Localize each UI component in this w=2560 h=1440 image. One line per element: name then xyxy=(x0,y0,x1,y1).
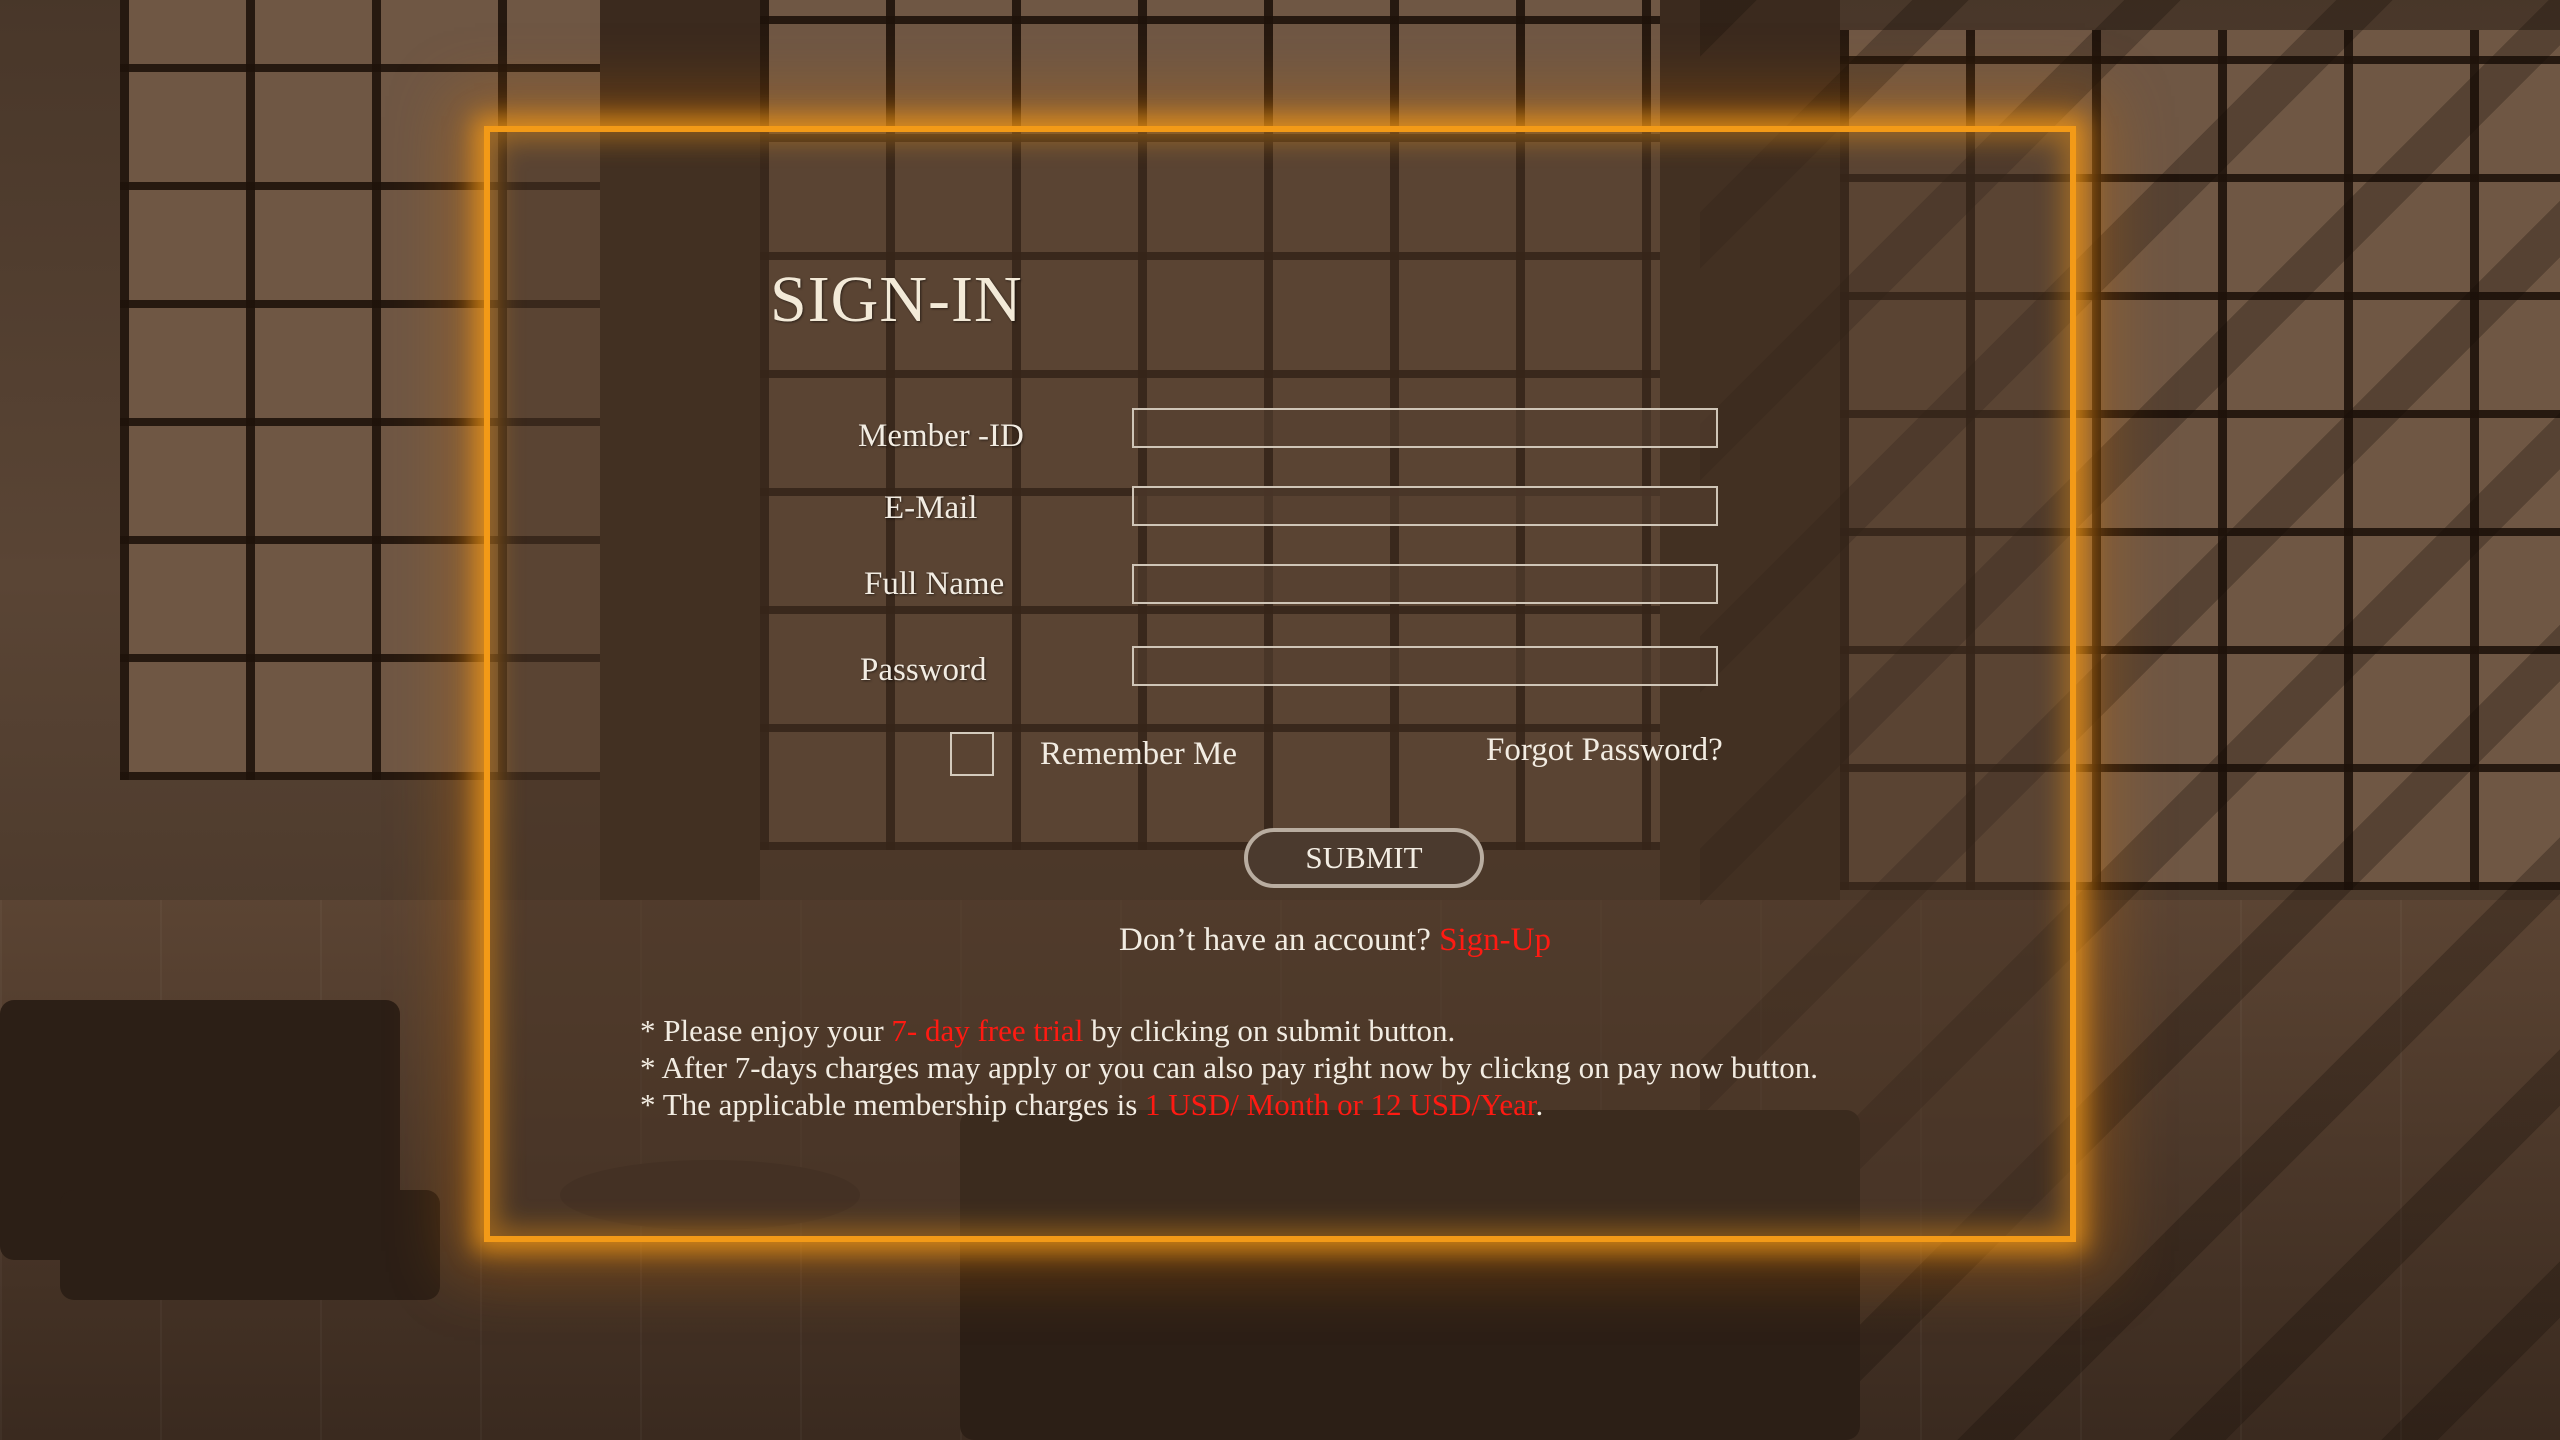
forgot-password-link[interactable]: Forgot Password? xyxy=(1486,732,1723,769)
email-label: E-Mail xyxy=(884,490,978,526)
remember-me-label: Remember Me xyxy=(1040,736,1238,772)
membership-price-highlight: 1 USD/ Month or 12 USD/Year xyxy=(1145,1087,1536,1122)
signup-link[interactable]: Sign-Up xyxy=(1439,922,1551,958)
password-input[interactable] xyxy=(1132,646,1718,686)
remember-me-checkbox[interactable] xyxy=(950,732,994,776)
member-id-label: Member -ID xyxy=(858,418,1024,454)
signin-card: SIGN-IN Member -ID E-Mail Full Name Pass… xyxy=(484,126,2076,1242)
signup-prompt: Don’t have an account? Sign-Up xyxy=(490,922,2070,959)
note-1-text-end: by clicking on submit button. xyxy=(1083,1013,1456,1048)
note-line-1: * Please enjoy your 7- day free trial by… xyxy=(640,1012,1818,1049)
page-background: SIGN-IN Member -ID E-Mail Full Name Pass… xyxy=(0,0,2560,1440)
page-title: SIGN-IN xyxy=(770,263,1023,336)
full-name-input[interactable] xyxy=(1132,564,1718,604)
free-trial-highlight: 7- day free trial xyxy=(891,1013,1084,1048)
member-id-input[interactable] xyxy=(1132,408,1718,448)
signup-prompt-text: Don’t have an account? xyxy=(1119,922,1440,958)
note-line-2: * After 7-days charges may apply or you … xyxy=(640,1050,1819,1085)
note-line-3: * The applicable membership charges is 1… xyxy=(640,1086,1818,1123)
note-3-text: * The applicable membership charges is xyxy=(640,1087,1146,1122)
full-name-label: Full Name xyxy=(864,566,1005,602)
password-label: Password xyxy=(860,652,987,688)
note-3-text-end: . xyxy=(1535,1087,1544,1122)
note-1-text: * Please enjoy your xyxy=(640,1013,892,1048)
email-input[interactable] xyxy=(1132,486,1718,526)
background-sofa xyxy=(60,1190,440,1300)
submit-button[interactable]: SUBMIT xyxy=(1244,828,1484,888)
trial-notes: * Please enjoy your 7- day free trial by… xyxy=(640,1012,1818,1123)
